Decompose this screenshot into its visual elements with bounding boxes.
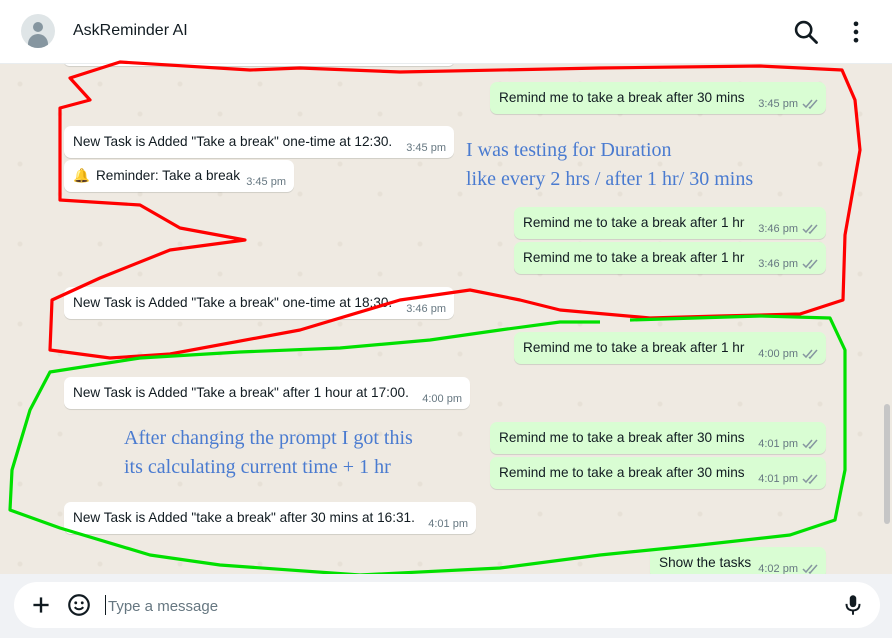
message-bubble-in[interactable]: New Task is Added "Take a break" one-tim… — [64, 287, 454, 319]
menu-dots-icon[interactable] — [842, 18, 870, 46]
double-check-icon — [802, 474, 818, 485]
message-text: Reminder: Take a break — [95, 168, 241, 183]
composer-field — [14, 582, 880, 628]
message-text: New Task is Added "Take a break" one-tim… — [73, 295, 393, 310]
message-time: 4:00 pm — [422, 393, 462, 405]
message-text: New Task is Added "Take a break" after 1… — [73, 385, 409, 400]
message-bubble-out[interactable]: Remind me to take a break after 1 hr 3:4… — [514, 207, 826, 239]
sticker-icon[interactable] — [66, 592, 92, 618]
message-bubble-out[interactable]: Remind me to take a break after 30 mins … — [490, 82, 826, 114]
annotation-line: like every 2 hrs / after 1 hr/ 30 mins — [466, 168, 754, 190]
message-bubble-out[interactable]: Remind me to take a break after 30 mins … — [490, 422, 826, 454]
message-time: 4:01 pm — [758, 473, 798, 485]
message-text: Remind me to take a break after 30 mins — [499, 430, 745, 445]
scrollbar[interactable] — [884, 404, 890, 524]
bell-icon: 🔔 — [73, 168, 90, 183]
message-time: 3:46 pm — [758, 223, 798, 235]
message-bubble-partial — [64, 64, 454, 66]
message-text: Remind me to take a break after 30 mins — [499, 465, 745, 480]
double-check-icon — [802, 224, 818, 235]
chat-header: AskReminder AI — [0, 0, 892, 64]
message-text: Remind me to take a break after 1 hr — [523, 215, 745, 230]
search-icon[interactable] — [792, 18, 820, 46]
message-text: New Task is Added "Take a break" one-tim… — [73, 134, 393, 149]
message-time: 3:46 pm — [758, 258, 798, 270]
annotation-line: I was testing for Duration — [466, 139, 672, 161]
message-text: Remind me to take a break after 1 hr — [523, 340, 745, 355]
message-time: 4:00 pm — [758, 348, 798, 360]
message-time: 3:46 pm — [406, 303, 446, 315]
composer-bar — [0, 574, 892, 638]
annotation-line: its calculating current time + 1 hr — [124, 456, 391, 478]
message-time: 4:01 pm — [758, 438, 798, 450]
message-bubble-out[interactable]: Remind me to take a break after 30 mins … — [490, 457, 826, 489]
double-check-icon — [802, 99, 818, 110]
message-bubble-in[interactable]: New Task is Added "take a break" after 3… — [64, 502, 476, 534]
message-text: Remind me to take a break after 1 hr — [523, 250, 745, 265]
mic-icon[interactable] — [840, 592, 866, 618]
message-bubble-in[interactable]: 🔔 Reminder: Take a break 3:45 pm — [64, 160, 294, 192]
message-time: 3:45 pm — [758, 98, 798, 110]
message-bubble-out[interactable]: Remind me to take a break after 1 hr 3:4… — [514, 242, 826, 274]
message-text: Remind me to take a break after 30 mins — [499, 90, 745, 105]
double-check-icon — [802, 259, 818, 270]
message-bubble-in[interactable]: New Task is Added "Take a break" after 1… — [64, 377, 470, 409]
annotation-red-text: I was testing for Duration like every 2 … — [466, 136, 753, 194]
chat-title[interactable]: AskReminder AI — [73, 22, 188, 40]
message-time: 3:45 pm — [406, 142, 446, 154]
avatar-icon[interactable] — [21, 14, 55, 48]
message-bubble-in[interactable]: New Task is Added "Take a break" one-tim… — [64, 126, 454, 158]
annotation-line: After changing the prompt I got this — [124, 427, 413, 449]
message-text: Show the tasks — [659, 555, 752, 570]
message-time: 4:01 pm — [428, 518, 468, 530]
double-check-icon — [802, 439, 818, 450]
message-time: 3:45 pm — [246, 176, 286, 188]
annotation-green-text: After changing the prompt I got this its… — [124, 424, 413, 482]
message-text: New Task is Added "take a break" after 3… — [73, 510, 415, 525]
plus-icon[interactable] — [28, 592, 54, 618]
message-input[interactable] — [106, 592, 810, 620]
message-bubble-out[interactable]: Remind me to take a break after 1 hr 4:0… — [514, 332, 826, 364]
double-check-icon — [802, 349, 818, 360]
